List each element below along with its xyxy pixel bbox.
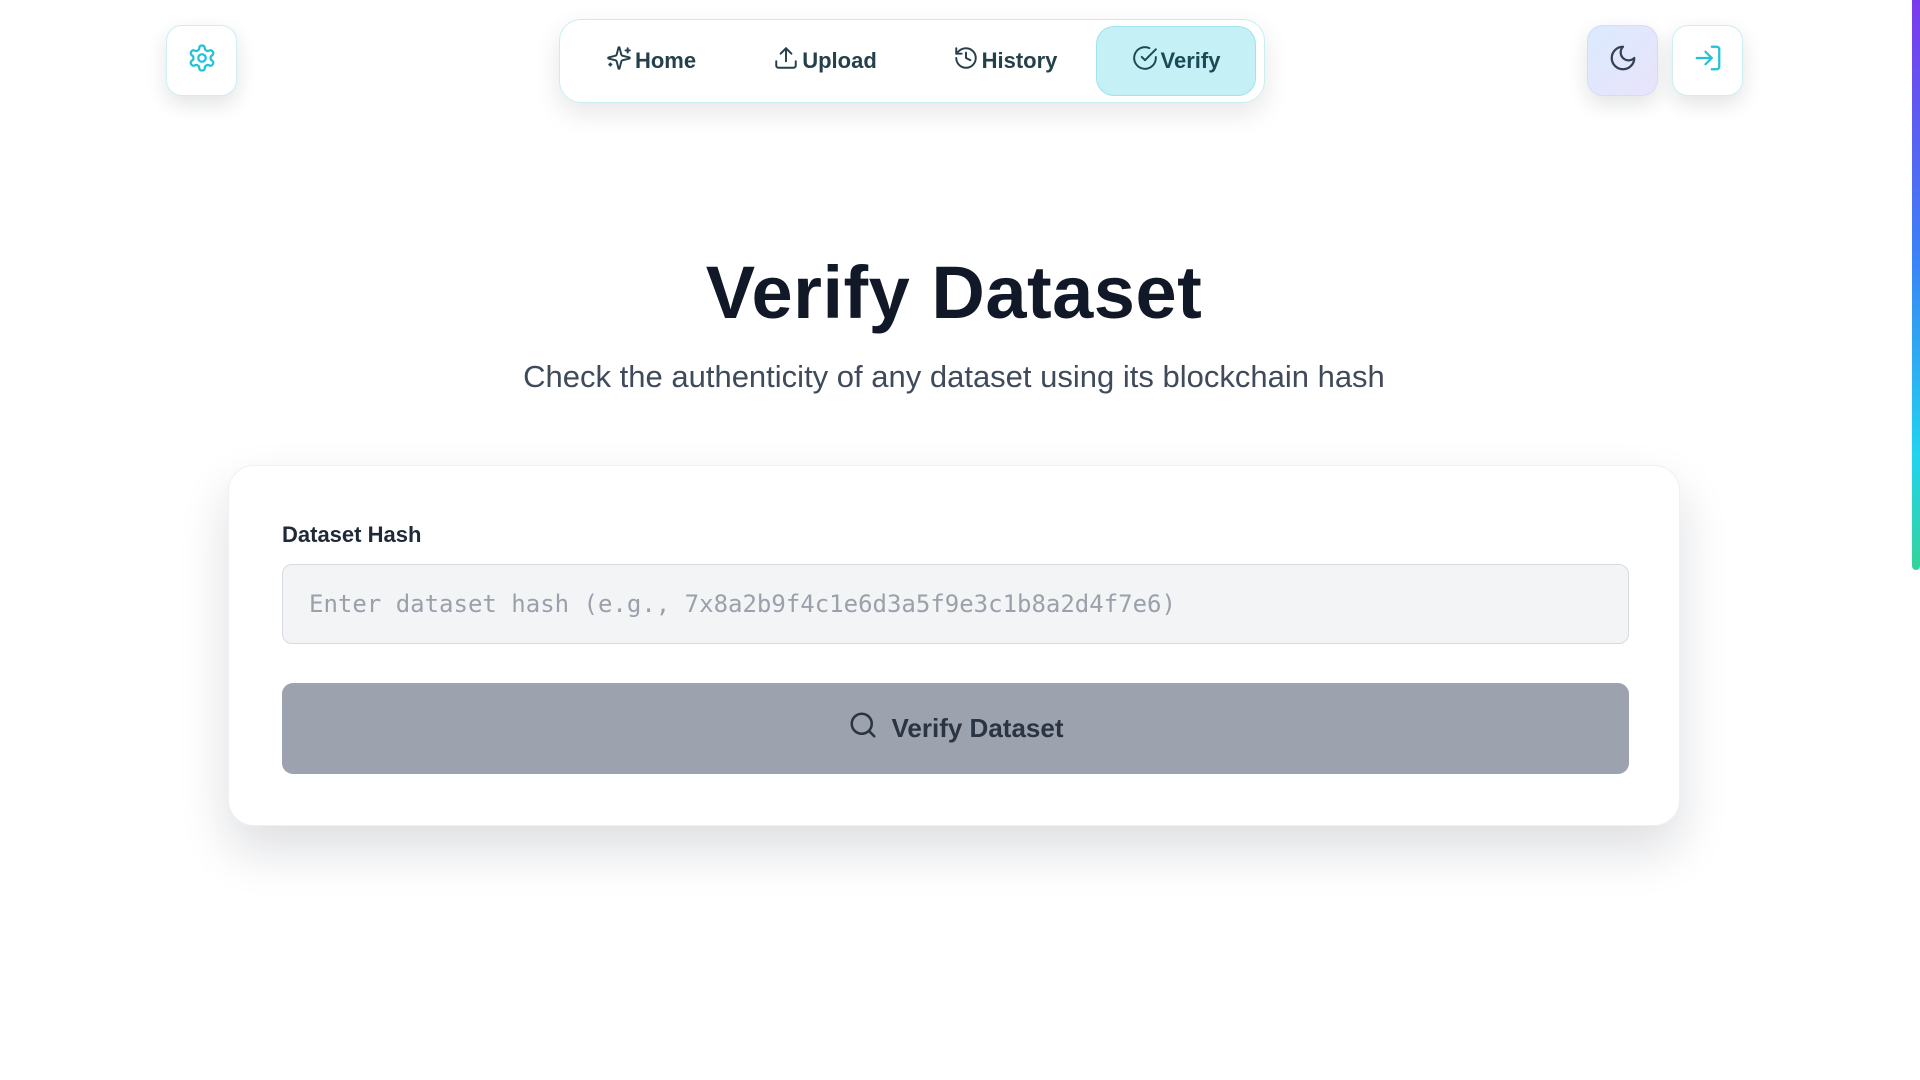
verify-card: Dataset Hash Verify Dataset — [228, 465, 1680, 826]
nav-item-home[interactable]: Home — [566, 26, 736, 96]
nav-item-upload[interactable]: Upload — [736, 26, 914, 96]
page-subtitle: Check the authenticity of any dataset us… — [523, 359, 1385, 394]
log-in-icon — [1693, 43, 1723, 78]
history-icon — [953, 45, 979, 77]
verify-dataset-button-label: Verify Dataset — [891, 713, 1064, 743]
dataset-hash-label: Dataset Hash — [282, 522, 422, 547]
check-circle-icon — [1132, 45, 1158, 77]
search-icon — [848, 710, 878, 747]
login-button[interactable] — [1672, 25, 1743, 96]
nav-item-verify[interactable]: Verify — [1096, 26, 1256, 96]
settings-button[interactable] — [166, 25, 237, 96]
main-nav: Home Upload History Verify — [559, 19, 1265, 103]
page-title: Verify Dataset — [705, 251, 1203, 334]
theme-toggle-button[interactable] — [1587, 25, 1658, 96]
nav-label-upload: Upload — [802, 48, 877, 73]
dataset-hash-input[interactable] — [282, 564, 1629, 644]
nav-label-home: Home — [634, 48, 697, 73]
page: Home Upload History Verify Verify Datase… — [0, 0, 1920, 1080]
scrollbar-accent[interactable] — [1912, 0, 1920, 570]
nav-label-history: History — [981, 48, 1058, 73]
gear-icon — [187, 43, 217, 78]
verify-dataset-button[interactable]: Verify Dataset — [282, 683, 1629, 774]
moon-icon — [1608, 43, 1638, 78]
sparkles-icon — [606, 45, 632, 77]
upload-icon — [773, 45, 799, 77]
nav-label-verify: Verify — [1160, 48, 1221, 73]
nav-item-history[interactable]: History — [914, 26, 1096, 96]
